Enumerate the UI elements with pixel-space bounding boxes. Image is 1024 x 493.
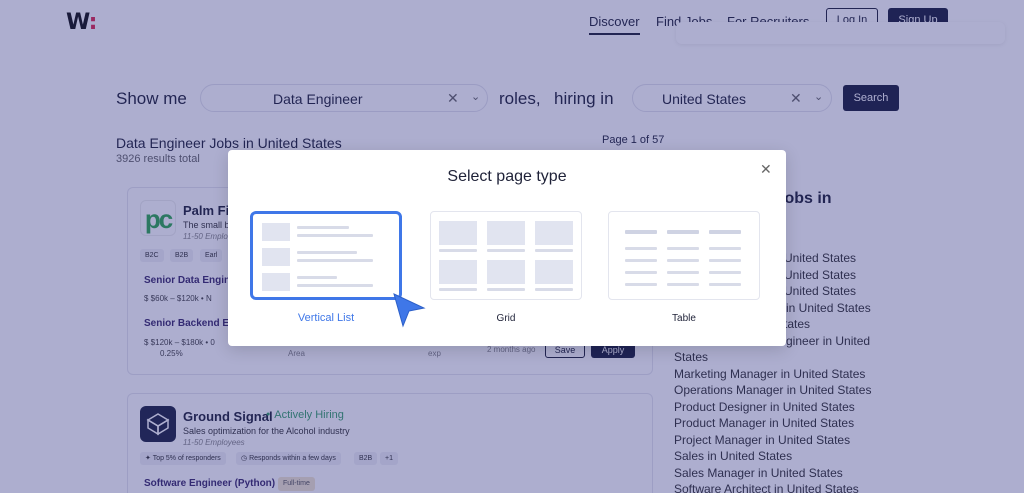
option-label-vertical-list[interactable]: Vertical List [250,312,402,324]
option-vertical-list[interactable] [250,211,402,300]
dialog-title: Select page type [447,168,567,185]
mouse-cursor-icon [393,293,426,328]
option-label-table[interactable]: Table [608,313,760,324]
option-grid[interactable] [430,211,582,300]
close-icon[interactable]: ✕ [760,161,772,178]
page-type-dialog: Select page type ✕ Vertical List Grid Ta… [228,150,786,346]
option-label-grid[interactable]: Grid [430,313,582,324]
option-table[interactable] [608,211,760,300]
